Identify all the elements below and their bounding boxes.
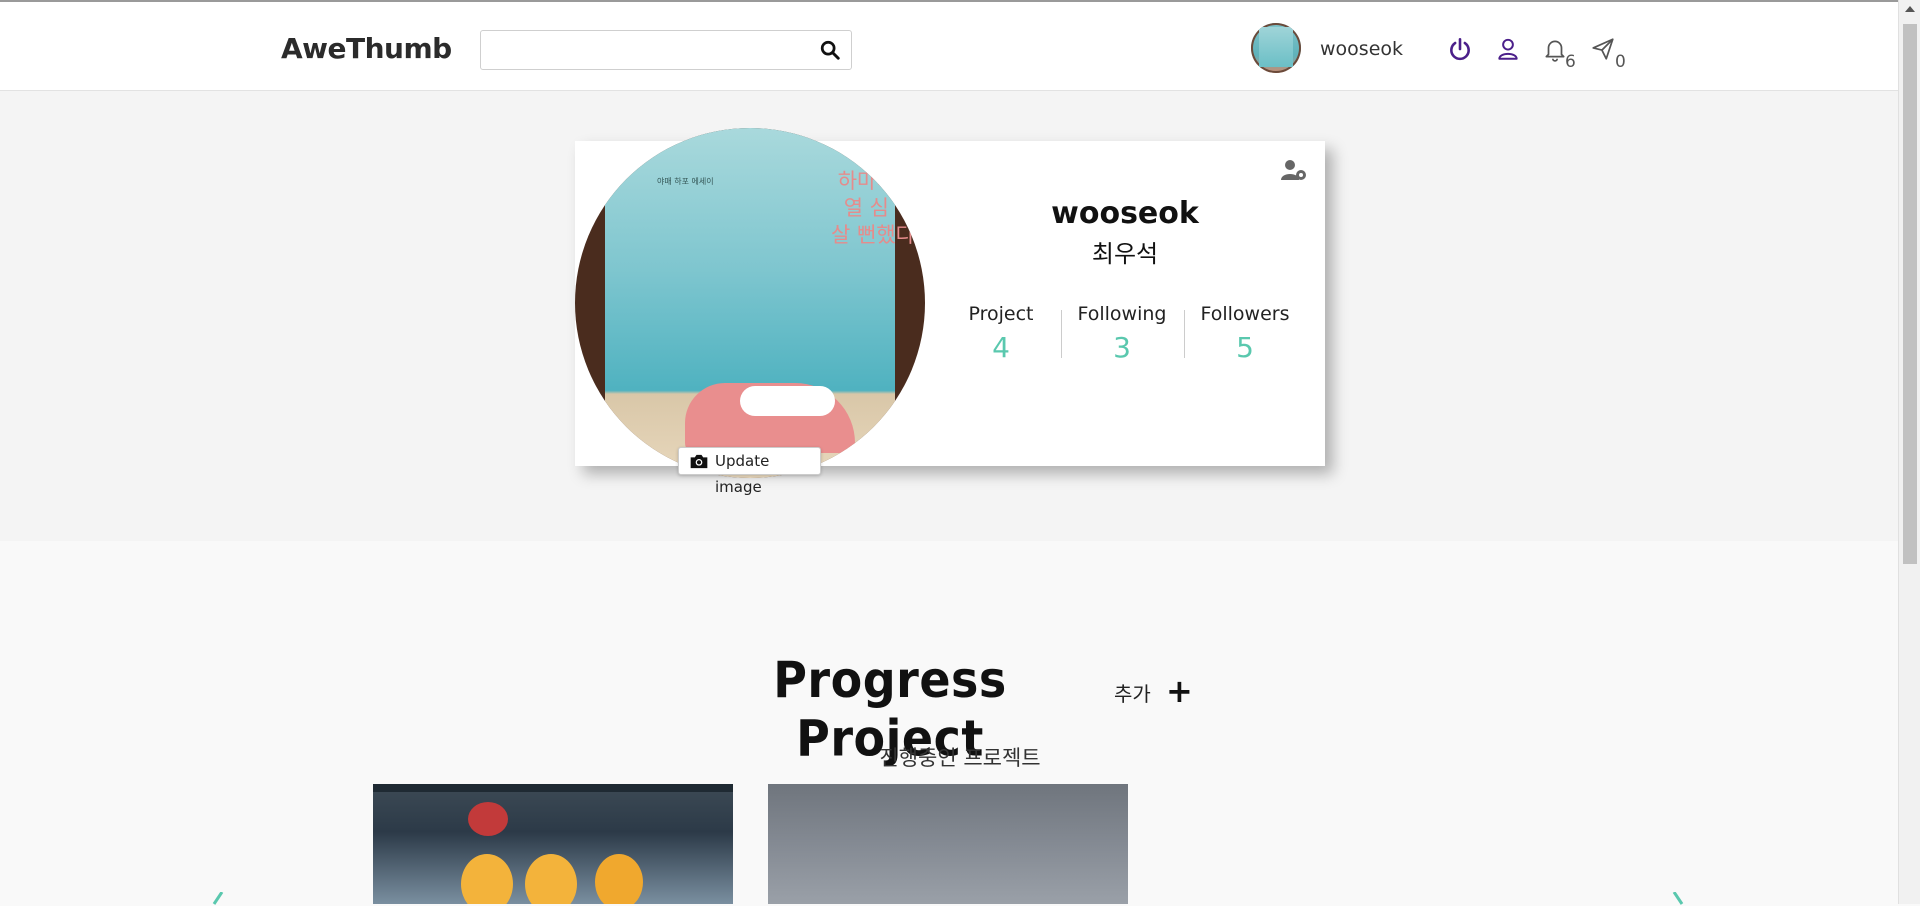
stat-label: Project	[968, 303, 1034, 325]
project-thumbnail[interactable]	[373, 784, 733, 904]
update-image-button[interactable]: Update image	[678, 447, 821, 496]
stat-value: 5	[1236, 331, 1254, 364]
stat-project[interactable]: Project 4	[936, 303, 1066, 364]
power-icon[interactable]	[1447, 36, 1473, 62]
illustration-cat	[740, 386, 835, 416]
stat-label: Followers	[1200, 303, 1290, 325]
book-subtitle: 야매 하포 에세이	[657, 177, 714, 186]
profile-photo: 야매 하포 에세이 하마터면 열 심 히 살 뻔했다	[575, 128, 925, 478]
scrollbar-thumb[interactable]	[1903, 24, 1917, 564]
search-icon[interactable]	[819, 39, 841, 61]
top-navbar: AweThumb wooseok 6 0	[0, 2, 1898, 91]
add-project-button[interactable]: +	[1166, 672, 1193, 710]
message-count: 0	[1615, 52, 1626, 72]
stat-following[interactable]: Following 3	[1057, 303, 1187, 364]
stat-label: Following	[1077, 303, 1167, 325]
profile-real-name: 최우석	[1091, 240, 1159, 268]
brand-logo[interactable]: AweThumb	[281, 32, 452, 65]
scroll-up-icon[interactable]	[1905, 6, 1915, 12]
project-thumbnail[interactable]	[768, 784, 1128, 904]
notification-count: 6	[1565, 52, 1576, 72]
paper-plane-icon[interactable]	[1590, 36, 1616, 62]
book-title: 하마터면 열 심 히 살 뻔했다	[831, 169, 915, 247]
camera-icon	[690, 454, 708, 469]
stat-followers[interactable]: Followers 5	[1180, 303, 1310, 364]
profile-username: wooseok	[1051, 196, 1199, 231]
header-username[interactable]: wooseok	[1320, 38, 1403, 60]
user-icon[interactable]	[1495, 36, 1521, 62]
user-avatar[interactable]	[1251, 23, 1301, 73]
search-input[interactable]	[481, 31, 825, 69]
progress-section-subtitle: 진행중인 프로젝트	[879, 746, 1041, 770]
stat-value: 4	[992, 331, 1010, 364]
update-image-label: Update image	[715, 452, 770, 496]
stat-value: 3	[1113, 331, 1131, 364]
search-box	[480, 30, 852, 70]
add-project-label[interactable]: 추가	[1114, 678, 1151, 707]
user-settings-icon[interactable]	[1280, 158, 1308, 182]
page-scrollbar[interactable]	[1898, 0, 1920, 904]
